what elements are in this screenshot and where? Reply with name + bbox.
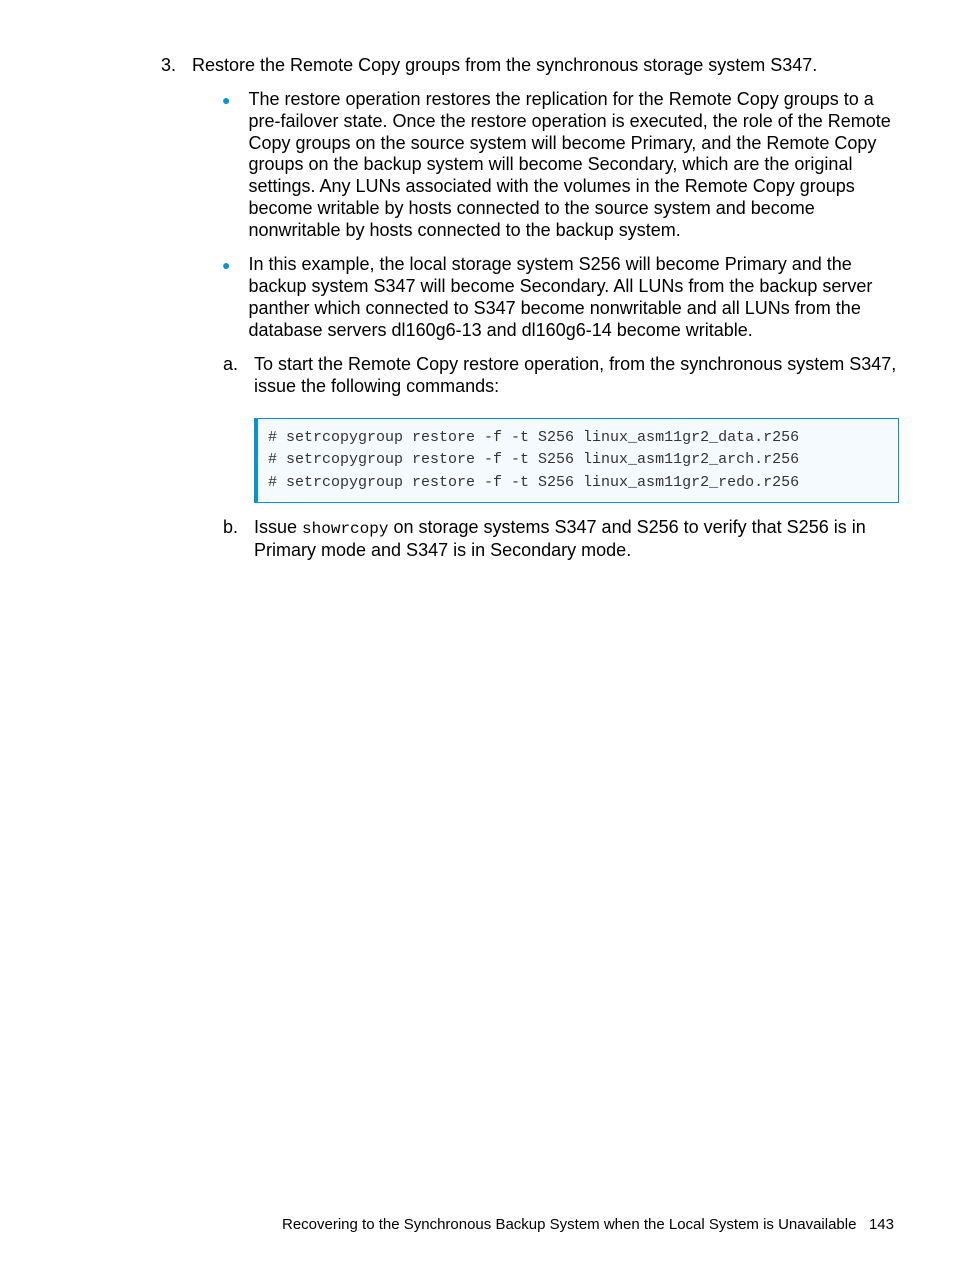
document-page: 3. Restore the Remote Copy groups from t…: [0, 0, 954, 1271]
inline-code: showrcopy: [302, 520, 388, 538]
step-3: 3. Restore the Remote Copy groups from t…: [160, 55, 894, 562]
substep-b: b. Issue showrcopy on storage systems S3…: [220, 517, 899, 561]
bullet-text: The restore operation restores the repli…: [248, 89, 899, 243]
footer-title: Recovering to the Synchronous Backup Sys…: [282, 1216, 856, 1233]
substep-b-prefix: Issue: [254, 517, 302, 537]
code-block: # setrcopygroup restore -f -t S256 linux…: [254, 418, 899, 504]
page-number: 143: [869, 1216, 894, 1233]
bullet-item: ● In this example, the local storage sys…: [222, 254, 899, 342]
bullet-text: In this example, the local storage syste…: [248, 254, 899, 342]
bullet-icon: ●: [222, 89, 230, 243]
substep-text: To start the Remote Copy restore operati…: [254, 354, 899, 398]
step-body: Restore the Remote Copy groups from the …: [192, 55, 899, 562]
substep-text: Issue showrcopy on storage systems S347 …: [254, 517, 899, 561]
substep-a: a. To start the Remote Copy restore oper…: [220, 354, 899, 398]
step-title: Restore the Remote Copy groups from the …: [192, 55, 899, 77]
bullet-item: ● The restore operation restores the rep…: [222, 89, 899, 243]
substep-label: b.: [220, 517, 238, 561]
page-footer: Recovering to the Synchronous Backup Sys…: [282, 1216, 894, 1233]
bullet-icon: ●: [222, 254, 230, 342]
substep-label: a.: [220, 354, 238, 398]
step-number: 3.: [160, 55, 176, 562]
